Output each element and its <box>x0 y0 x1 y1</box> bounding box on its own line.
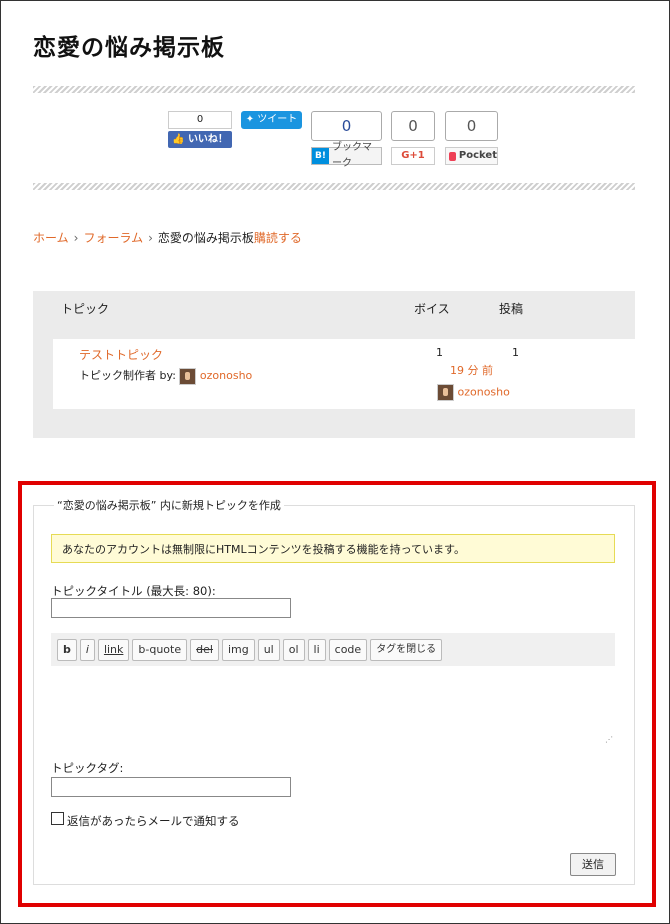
link-button[interactable]: link <box>97 638 130 661</box>
notify-checkbox[interactable] <box>51 812 64 825</box>
google-plus-button[interactable]: G+1 <box>391 147 435 165</box>
facebook-like-label: いいね！ <box>187 134 228 145</box>
ol-button[interactable]: ol <box>282 638 305 661</box>
bold-button[interactable]: b <box>57 638 77 661</box>
post-count: 1 <box>512 346 519 359</box>
last-poster-avatar[interactable] <box>437 384 454 401</box>
author-avatar[interactable] <box>179 367 197 385</box>
breadcrumb-forum-link[interactable]: フォーラム <box>83 231 143 245</box>
li-button[interactable]: li <box>307 638 326 661</box>
last-poster-link[interactable]: ozonosho <box>458 386 510 399</box>
last-poster: ozonosho <box>437 384 510 401</box>
hatena-icon: B! <box>312 148 329 164</box>
column-header-posts: 投稿 <box>499 302 524 316</box>
thumbs-up-icon: 👍 <box>172 134 185 145</box>
google-plus-widget[interactable]: 0 G+1 <box>391 111 435 165</box>
code-button[interactable]: code <box>328 638 368 661</box>
topic-author: トピック制作者 by: ozonosho <box>79 367 252 385</box>
voice-count: 1 <box>436 346 443 359</box>
divider-top <box>33 86 635 93</box>
topic-title-label: トピックタイトル (最大長: 80): <box>51 584 216 598</box>
blockquote-button[interactable]: b-quote <box>132 638 188 661</box>
ul-button[interactable]: ul <box>257 638 280 661</box>
topic-content-textarea[interactable]: ⋰ <box>51 666 615 746</box>
pocket-icon <box>449 151 456 161</box>
twitter-bird-icon: ✦ <box>245 114 255 125</box>
subscribe-link[interactable]: 購読する <box>254 231 302 245</box>
html-permission-notice: あなたのアカウントは無制限にHTMLコンテンツを投稿する機能を持っています。 <box>51 534 615 563</box>
new-topic-legend: “恋愛の悩み掲示板” 内に新規トピックを作成 <box>54 497 284 513</box>
topics-table: トピック ボイス 投稿 テストトピック トピック制作者 by: ozonosho… <box>33 291 635 438</box>
table-row: テストトピック トピック制作者 by: ozonosho 1 1 19 分 前 … <box>53 339 635 409</box>
column-header-topic: トピック <box>61 302 110 316</box>
breadcrumb-separator-icon: › <box>148 231 153 245</box>
freshness-link[interactable]: 19 分 前 <box>450 362 493 378</box>
img-button[interactable]: img <box>221 638 255 661</box>
resize-grip-icon[interactable]: ⋰ <box>605 735 613 744</box>
quicktags-toolbar: b i link b-quote del img ul ol li code タ… <box>51 633 615 666</box>
pocket-count: 0 <box>445 111 498 141</box>
breadcrumb-separator-icon: › <box>73 231 79 245</box>
submit-button[interactable]: 送信 <box>570 853 616 876</box>
facebook-like-count: 0 <box>168 111 232 129</box>
author-link[interactable]: ozonosho <box>200 369 252 382</box>
close-tags-button[interactable]: タグを閉じる <box>370 638 443 661</box>
hatena-bookmark-count: 0 <box>311 111 382 141</box>
hatena-bookmark-label: ブックマーク <box>331 142 372 169</box>
breadcrumb: ホーム › フォーラム › 恋愛の悩み掲示板購読する <box>33 229 302 246</box>
pocket-button[interactable]: Pocket <box>445 147 498 165</box>
breadcrumb-current: 恋愛の悩み掲示板 <box>157 231 254 245</box>
facebook-like-widget[interactable]: 0 👍 いいね！ <box>168 111 232 149</box>
hatena-bookmark-button[interactable]: B! ブックマーク <box>311 142 382 169</box>
italic-button[interactable]: i <box>79 638 95 661</box>
topic-tags-input[interactable] <box>51 777 291 797</box>
hatena-bookmark-widget[interactable]: 0 B! ブックマーク <box>311 111 382 169</box>
google-plus-count: 0 <box>391 111 435 141</box>
column-header-voices: ボイス <box>414 302 450 316</box>
pocket-widget[interactable]: 0 Pocket <box>445 111 498 165</box>
pocket-label: Pocket <box>458 150 497 161</box>
tweet-button[interactable]: ✦ ツイート <box>241 111 302 129</box>
tweet-label: ツイート <box>257 114 298 125</box>
del-button[interactable]: del <box>190 638 219 661</box>
breadcrumb-home-link[interactable]: ホーム <box>33 231 69 245</box>
facebook-like-button[interactable]: 👍 いいね！ <box>168 131 232 148</box>
topic-title-link[interactable]: テストトピック <box>79 346 163 363</box>
page-title: 恋愛の悩み掲示板 <box>33 35 225 61</box>
topic-tags-label: トピックタグ: <box>51 761 124 775</box>
topic-author-prefix: トピック制作者 by: <box>79 369 176 382</box>
topic-title-input[interactable] <box>51 598 291 618</box>
divider-bottom <box>33 183 635 190</box>
notify-label: 返信があったらメールで通知する <box>67 814 240 828</box>
